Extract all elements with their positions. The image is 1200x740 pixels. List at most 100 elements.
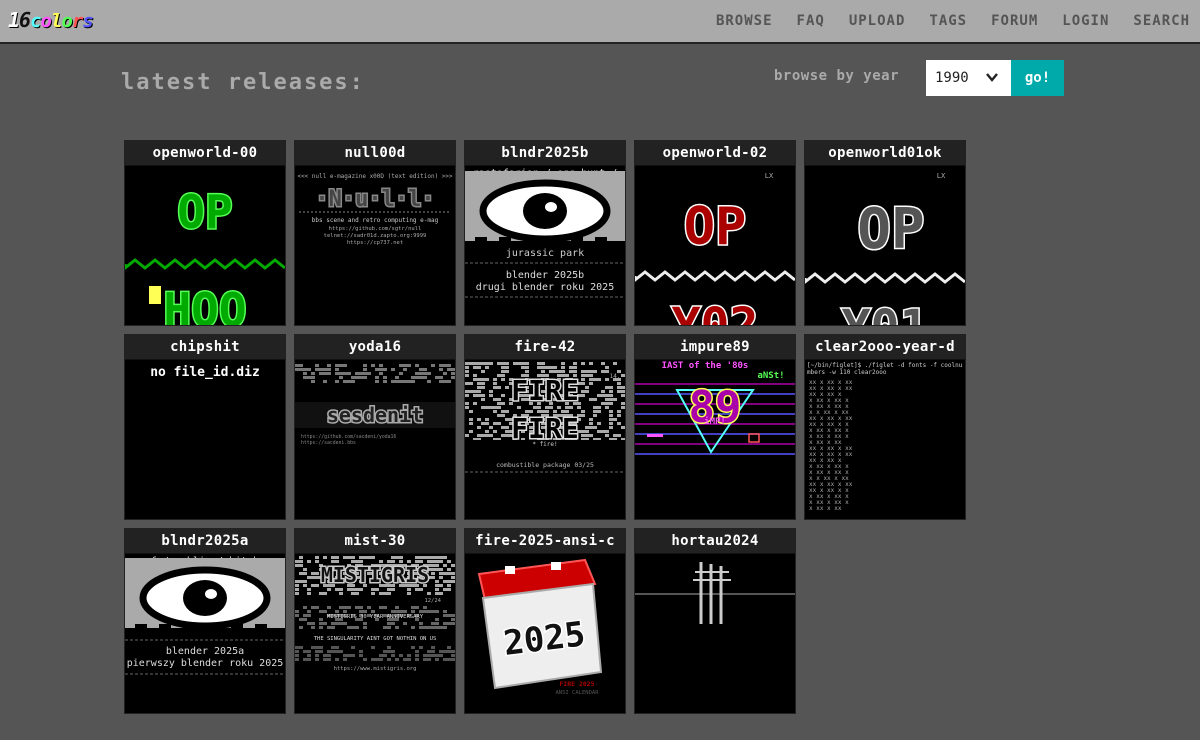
- release-title[interactable]: openworld-02: [635, 141, 795, 166]
- nav-forum[interactable]: FORUM: [991, 13, 1038, 29]
- art-glyphs: MISTIGRIS: [321, 563, 429, 587]
- go-button[interactable]: go!: [1011, 60, 1064, 96]
- art-glyphs: Y02: [672, 298, 759, 325]
- release-thumbnail[interactable]: OP HOO: [125, 166, 285, 325]
- release-card[interactable]: openworld-02 LX OP Y02: [634, 140, 796, 326]
- thumb-text: drugi blender roku 2025: [476, 282, 614, 293]
- top-bar: 1 6 colors BROWSE FAQ UPLOAD TAGS FORUM …: [0, 0, 1200, 44]
- logo-letter: c: [30, 10, 41, 32]
- nav-tags[interactable]: TAGS: [929, 13, 967, 29]
- release-card[interactable]: chipshit no file_id.diz: [124, 334, 286, 520]
- release-thumbnail[interactable]: FIRE FIRE 14. * fire! combustible package 03…: [465, 360, 625, 519]
- ansi-art-preview: no file_id.diz: [150, 365, 260, 380]
- release-thumbnail[interactable]: rastafarian / egg hunt /jurassic parkble…: [465, 166, 625, 325]
- release-thumbnail[interactable]: IAST of the '80s aNSt! 89 iMP!: [635, 360, 795, 519]
- release-card[interactable]: fire-2025-ansi-c 2025 FIRE 2025 ANSI CALEND…: [464, 528, 626, 714]
- thumb-text: THE SINGULARITY AINT GOT NOTHIN ON US: [314, 636, 437, 642]
- logo-letter: r: [71, 10, 83, 32]
- release-thumbnail[interactable]: [~/bin/figlet]$ ./figlet -d fonts -f coo…: [805, 360, 965, 519]
- release-thumbnail[interactable]: sesdenit https://github.com/sacdeni/yoda1…: [295, 360, 455, 519]
- release-title[interactable]: impure89: [635, 335, 795, 360]
- release-title[interactable]: fire-42: [465, 335, 625, 360]
- release-card[interactable]: openworld-00 OP HOO: [124, 140, 286, 326]
- release-thumbnail[interactable]: LX OP Y01: [805, 166, 965, 325]
- nav-search[interactable]: SEARCH: [1133, 13, 1190, 29]
- thumb-text: ANSI CALENDAR: [555, 690, 599, 696]
- release-title[interactable]: clear2ooo-year-d: [805, 335, 965, 360]
- chevron-down-icon: [986, 73, 998, 82]
- release-title[interactable]: fire-2025-ansi-c: [465, 529, 625, 554]
- thumb-text: FIRE 2025: [559, 680, 594, 688]
- thumb-text: https://cp737.net: [347, 240, 403, 246]
- release-thumbnail[interactable]: [635, 554, 795, 713]
- nav-upload[interactable]: UPLOAD: [849, 13, 906, 29]
- release-title[interactable]: blndr2025b: [465, 141, 625, 166]
- release-card[interactable]: mist-30 MISTIGRIS 12/24 MISTIGRIS 30 YEAR A…: [294, 528, 456, 714]
- release-title[interactable]: yoda16: [295, 335, 455, 360]
- release-card[interactable]: openworld01ok LX OP Y01: [804, 140, 966, 326]
- nav-browse[interactable]: BROWSE: [716, 13, 773, 29]
- release-thumbnail[interactable]: <<< null e-magazine x00D (text edition) …: [295, 166, 455, 325]
- thumb-text: 12/24: [424, 598, 441, 604]
- release-card[interactable]: blndr2025asmurfs/gambling/whitehouseblen…: [124, 528, 286, 714]
- thumb-text: LX: [765, 172, 774, 180]
- thumb-text: LX: [937, 172, 946, 180]
- site-logo[interactable]: 1 6 colors: [8, 8, 94, 32]
- release-title[interactable]: hortau2024: [635, 529, 795, 554]
- nav-faq[interactable]: FAQ: [797, 13, 825, 29]
- release-card[interactable]: clear2ooo-year-d [~/bin/figlet]$ ./figlet…: [804, 334, 966, 520]
- release-thumbnail[interactable]: smurfs/gambling/whitehouseblender 2025ap…: [125, 554, 285, 713]
- thumb-text: no file_id.diz: [150, 365, 260, 380]
- thumb-text: x xx x xx: [809, 505, 842, 512]
- art-glyphs: FIRE: [511, 374, 578, 407]
- browse-by-year-label: browse by year: [774, 68, 900, 84]
- ansi-art-preview: [~/bin/figlet]$ ./figlet -d fonts -f coo…: [807, 362, 963, 512]
- year-select[interactable]: 1990: [926, 60, 1011, 96]
- thumb-text: mbers -w 110 clear2ooo: [807, 369, 887, 376]
- release-title[interactable]: chipshit: [125, 335, 285, 360]
- art-glyphs: Y01: [842, 300, 929, 325]
- thumb-text: [~/bin/figlet]$ ./figlet -d fonts -f coo…: [807, 362, 963, 369]
- ansi-art-preview: [635, 562, 795, 624]
- logo-letter: o: [40, 10, 52, 32]
- logo-letter: o: [61, 10, 72, 32]
- thumb-text: https://www.mistigris.org: [334, 666, 417, 672]
- art-glyphs: OP: [177, 185, 232, 239]
- logo-letter: s: [82, 10, 93, 32]
- release-title[interactable]: blndr2025a: [125, 529, 285, 554]
- release-title[interactable]: mist-30: [295, 529, 455, 554]
- release-card[interactable]: impure89 IAST of the '80s aNSt! 89 iMP!: [634, 334, 796, 520]
- year-select-value: 1990: [935, 70, 969, 86]
- main-nav: BROWSE FAQ UPLOAD TAGS FORUM LOGIN SEARC…: [692, 0, 1190, 42]
- release-card[interactable]: yoda16 sesdenit https://github.com/sacdeni…: [294, 334, 456, 520]
- art-glyphs: OP: [857, 197, 924, 262]
- release-thumbnail[interactable]: no file_id.diz: [125, 360, 285, 519]
- ansi-art-preview: LX OP Y01: [805, 172, 965, 325]
- release-card[interactable]: blndr2025brastafarian / egg hunt /jurass…: [464, 140, 626, 326]
- ansi-art-preview: MISTIGRIS 12/24 MISTIGRIS 30 YEAR ANNIVERS…: [295, 556, 455, 672]
- nav-login[interactable]: LOGIN: [1062, 13, 1109, 29]
- ansi-art-preview: LX OP Y02: [635, 172, 795, 325]
- release-thumbnail[interactable]: 2025 FIRE 2025 ANSI CALENDAR: [465, 554, 625, 713]
- release-thumbnail[interactable]: LX OP Y02: [635, 166, 795, 325]
- art-glyphs: sesdenit: [327, 403, 423, 427]
- release-title[interactable]: null00d: [295, 141, 455, 166]
- release-card[interactable]: fire-42 FIRE FIRE 14. * fire! combustible pac…: [464, 334, 626, 520]
- logo-letter: l: [51, 10, 62, 32]
- release-thumbnail[interactable]: MISTIGRIS 12/24 MISTIGRIS 30 YEAR ANNIVERS…: [295, 554, 455, 713]
- art-glyphs: HOO: [163, 283, 246, 325]
- page-title: latest releases:: [121, 70, 365, 95]
- thumb-text: https://github.com/sacdeni/yoda16: [301, 434, 396, 440]
- ansi-art-preview: IAST of the '80saNSt!89iMP!: [635, 361, 795, 455]
- ansi-art-preview: FIREFIRE14.* fire!combustible package 03…: [465, 362, 625, 473]
- thumb-text: aNSt!: [757, 371, 784, 381]
- release-card[interactable]: hortau2024: [634, 528, 796, 714]
- logo-letters: colors: [30, 10, 94, 32]
- release-title[interactable]: openworld-00: [125, 141, 285, 166]
- logo-digit-1: 1: [8, 8, 20, 32]
- thumb-text: MISTIGRIS 30 YEAR ANNIVERSARY: [327, 614, 424, 620]
- release-card[interactable]: null00d <<< null e-magazine x00D (text ed…: [294, 140, 456, 326]
- thumb-text: combustible package 03/25: [496, 461, 594, 469]
- release-title[interactable]: openworld01ok: [805, 141, 965, 166]
- art-glyphs: ·N·u·l·l·: [315, 187, 434, 212]
